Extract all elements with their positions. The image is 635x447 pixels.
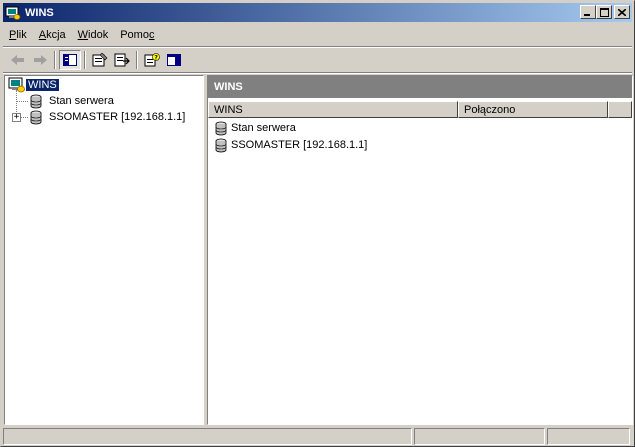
tree-item-wins-root[interactable]: WINS (8, 77, 60, 93)
tree-label: SSOMASTER [192.168.1.1] (49, 111, 186, 123)
menu-pomoc[interactable]: Pomoc (114, 29, 160, 41)
tree-item-ssomaster[interactable]: SSOMASTER [192.168.1.1] (29, 109, 187, 125)
status-cell-3 (547, 428, 630, 445)
database-icon (214, 121, 228, 136)
help-button[interactable]: ? (141, 50, 163, 70)
menu-plik[interactable]: Plik (3, 29, 33, 41)
toolbar-separator-line (3, 72, 632, 74)
list-item-name: Stan serwera (231, 122, 296, 134)
tree-label: Stan serwera (49, 95, 114, 107)
database-icon (29, 94, 43, 109)
list-item[interactable]: SSOMASTER [192.168.1.1] (214, 137, 367, 153)
menu-separator (3, 46, 632, 48)
database-icon (29, 110, 43, 125)
title-bar[interactable]: WINS (3, 3, 632, 22)
details-pane[interactable]: WINS WINS Połączono Stan serwera SSOMAST… (207, 75, 633, 425)
toolbar-separator (54, 51, 56, 69)
show-hide-action-pane-button[interactable] (163, 50, 185, 70)
tree-label: WINS (25, 78, 60, 92)
column-header-polaczono[interactable]: Połączono (458, 101, 608, 118)
toolbar: ? (3, 49, 632, 71)
maximize-button[interactable] (596, 5, 612, 19)
export-list-button[interactable] (111, 50, 133, 70)
list-item-name: SSOMASTER [192.168.1.1] (231, 139, 368, 151)
forward-button[interactable] (29, 50, 51, 70)
back-arrow-icon (10, 54, 26, 66)
export-list-icon (114, 53, 130, 67)
status-bar (3, 428, 632, 445)
close-button[interactable] (614, 5, 630, 19)
wins-app-icon (5, 5, 21, 21)
status-cell-2 (414, 428, 545, 445)
details-pane-header: WINS (208, 76, 632, 98)
properties-button[interactable] (89, 50, 111, 70)
column-headers: WINS Połączono (208, 101, 632, 118)
tree-item-stan-serwera[interactable]: Stan serwera (29, 93, 116, 109)
properties-icon (92, 53, 108, 67)
show-hide-console-tree-button[interactable] (59, 50, 81, 70)
forward-arrow-icon (32, 54, 48, 66)
help-icon: ? (144, 53, 160, 67)
list-item[interactable]: Stan serwera (214, 120, 296, 136)
column-header-wins[interactable]: WINS (208, 101, 458, 118)
status-cell-main (3, 428, 412, 445)
wins-icon (8, 77, 26, 93)
database-icon (214, 138, 228, 153)
toolbar-separator (136, 51, 138, 69)
tree-line (20, 117, 28, 118)
show-hide-console-tree-icon (63, 54, 77, 66)
show-hide-action-pane-icon (167, 54, 181, 66)
tree-line (16, 101, 28, 102)
minimize-button[interactable] (580, 5, 596, 19)
expand-toggle[interactable]: + (12, 113, 21, 122)
menu-bar: Plik Akcja Widok Pomoc (3, 25, 632, 45)
window-title: WINS (25, 6, 54, 19)
column-header-filler (608, 101, 632, 118)
back-button[interactable] (7, 50, 29, 70)
menu-widok[interactable]: Widok (72, 29, 115, 41)
wins-window: WINS Plik Akcja Widok Pomoc ? WINS Stan … (0, 0, 635, 447)
console-tree[interactable]: WINS Stan serwera + SSOMASTER [192.168.1… (4, 75, 204, 425)
svg-text:?: ? (154, 54, 158, 61)
toolbar-separator (84, 51, 86, 69)
menu-akcja[interactable]: Akcja (33, 29, 72, 41)
